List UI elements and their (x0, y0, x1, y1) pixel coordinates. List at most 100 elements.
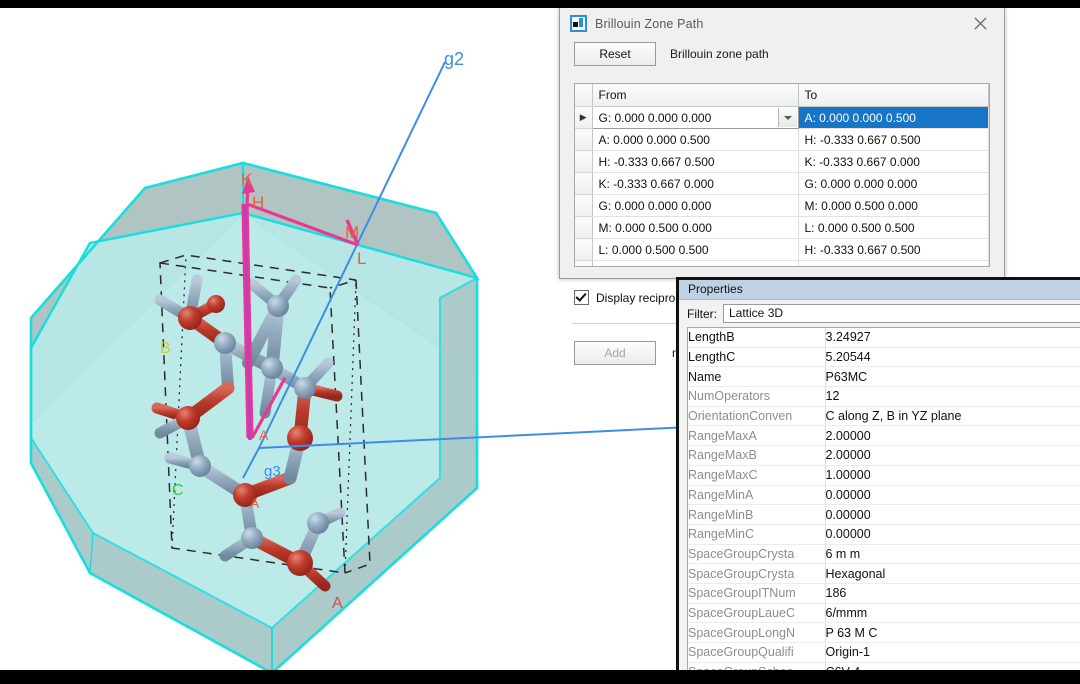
property-row[interactable]: OrientationConven C along Z, B in YZ pla… (688, 406, 1080, 427)
property-value[interactable]: C along Z, B in YZ plane (825, 406, 1080, 427)
cell-from[interactable]: M: 0.000 0.500 0.000 (592, 216, 799, 239)
filter-input[interactable]: Lattice 3D (723, 304, 1080, 323)
reset-button[interactable]: Reset (574, 42, 656, 66)
property-name: SpaceGroupLongN (688, 622, 826, 643)
cell-to[interactable]: H: -0.333 0.667 0.500 (798, 238, 989, 261)
sympoint-label-A2: A (250, 495, 260, 511)
property-name: RangeMaxA (688, 425, 826, 447)
cell-to[interactable]: A: 0.000 0.000 0.500 (798, 106, 989, 129)
app-icon (570, 15, 587, 32)
row-selector[interactable] (575, 260, 593, 266)
vector-g3-label: g3 (264, 463, 281, 480)
property-row[interactable]: RangeMaxB 2.00000 (688, 445, 1080, 466)
table-row[interactable]: ▶ G: 0.000 0.000 0.000 A: 0.000 0.000 0.… (575, 106, 989, 129)
top-border-band (0, 0, 1080, 8)
property-value[interactable]: P 63 M C (825, 622, 1080, 643)
property-name: RangeMaxB (688, 445, 826, 466)
property-value[interactable]: 2.00000 (825, 445, 1080, 466)
property-row[interactable]: SpaceGroupQualifi Origin-1 (688, 642, 1080, 663)
property-row[interactable]: LengthB 3.24927 (688, 328, 1080, 348)
property-value[interactable]: 6 m m (825, 544, 1080, 565)
property-row[interactable]: RangeMinA 0.00000 (688, 485, 1080, 506)
cell-to[interactable]: K: -0.333 0.667 0.000 (798, 150, 989, 173)
property-row[interactable]: SpaceGroupCrysta Hexagonal (688, 563, 1080, 584)
chevron-down-icon[interactable] (777, 108, 797, 127)
row-selector[interactable] (575, 194, 593, 217)
property-name: NumOperators (688, 386, 826, 407)
dialog-titlebar[interactable]: Brillouin Zone Path (560, 7, 1004, 40)
property-value[interactable]: Origin-1 (825, 642, 1080, 663)
path-table-container[interactable]: From To ▶ G: 0.000 0.000 0.000 A: 0.000 … (574, 83, 990, 267)
row-selector[interactable] (575, 216, 593, 239)
property-row[interactable]: RangeMaxC 1.00000 (688, 465, 1080, 486)
properties-filter-row: Filter: Lattice 3D (679, 300, 1080, 327)
property-row[interactable]: SpaceGroupLongN P 63 M C (688, 622, 1080, 643)
sympoint-label-K: K (241, 170, 253, 189)
cell-from[interactable]: G: 0.000 0.000 0.000 (592, 194, 799, 217)
cell-to[interactable]: L: 0.000 0.500 0.500 (798, 216, 989, 239)
cell-from[interactable] (592, 260, 799, 266)
column-header-from[interactable]: From (592, 84, 799, 107)
property-value[interactable]: 12 (825, 386, 1080, 407)
property-value[interactable]: P63MC (825, 366, 1080, 388)
table-row[interactable]: M: 0.000 0.500 0.000 L: 0.000 0.500 0.50… (575, 216, 989, 239)
cell-from[interactable]: L: 0.000 0.500 0.500 (592, 238, 799, 261)
property-name: SpaceGroupCrysta (688, 563, 826, 584)
add-button[interactable]: Add (574, 341, 656, 365)
property-value[interactable]: 0.00000 (825, 485, 1080, 506)
property-row[interactable]: SpaceGroupLaueC 6/mmm (688, 603, 1080, 624)
path-table: From To ▶ G: 0.000 0.000 0.000 A: 0.000 … (575, 84, 989, 266)
table-row[interactable]: K: -0.333 0.667 0.000 G: 0.000 0.000 0.0… (575, 172, 989, 195)
table-row[interactable]: H: -0.333 0.667 0.500 K: -0.333 0.667 0.… (575, 150, 989, 173)
table-row-empty[interactable] (575, 260, 989, 266)
table-row[interactable]: A: 0.000 0.000 0.500 H: -0.333 0.667 0.5… (575, 128, 989, 151)
properties-grid-container[interactable]: LengthB 3.24927 LengthC 5.20544 Name P63… (687, 327, 1080, 682)
checkbox-display-reciprocal-lattice[interactable] (574, 290, 589, 305)
property-value[interactable]: 0.00000 (825, 504, 1080, 525)
property-row[interactable]: Name P63MC (688, 366, 1080, 388)
property-value[interactable]: 5.20544 (825, 347, 1080, 368)
property-name: RangeMaxC (688, 465, 826, 486)
row-selector[interactable] (575, 128, 593, 151)
properties-panel[interactable]: Properties Filter: Lattice 3D LengthB 3.… (676, 277, 1080, 684)
property-row[interactable]: LengthC 5.20544 (688, 347, 1080, 368)
cell-to[interactable]: M: 0.000 0.500 0.000 (798, 194, 989, 217)
close-icon[interactable] (960, 9, 1000, 37)
property-value[interactable]: 1.00000 (825, 465, 1080, 486)
row-selector[interactable]: ▶ (575, 106, 593, 129)
property-value[interactable]: Hexagonal (825, 563, 1080, 584)
brillouin-zone-path-dialog[interactable]: Brillouin Zone Path Reset Brillouin zone… (559, 6, 1005, 365)
cell-from[interactable]: K: -0.333 0.667 0.000 (592, 172, 799, 195)
row-selector[interactable] (575, 238, 593, 261)
property-name: LengthC (688, 347, 826, 368)
vector-g2-label: g2 (444, 49, 464, 69)
property-row[interactable]: RangeMinB 0.00000 (688, 504, 1080, 525)
cell-from[interactable]: H: -0.333 0.667 0.500 (592, 150, 799, 173)
cell-to[interactable]: H: -0.333 0.667 0.500 (798, 128, 989, 151)
cell-to[interactable]: G: 0.000 0.000 0.000 (798, 172, 989, 195)
sympoint-label-A1: A (259, 427, 269, 443)
cell-from[interactable]: A: 0.000 0.000 0.500 (592, 128, 799, 151)
property-name: SpaceGroupITNum (688, 583, 826, 604)
property-value[interactable]: 3.24927 (825, 328, 1080, 348)
property-name: RangeMinA (688, 485, 826, 506)
property-row[interactable]: RangeMinC 0.00000 (688, 524, 1080, 545)
column-header-to[interactable]: To (798, 84, 989, 107)
property-name: SpaceGroupLaueC (688, 603, 826, 624)
property-value[interactable]: 2.00000 (825, 425, 1080, 447)
property-row[interactable]: RangeMaxA 2.00000 (688, 425, 1080, 447)
property-row[interactable]: NumOperators 12 (688, 386, 1080, 407)
property-row[interactable]: SpaceGroupCrysta 6 m m (688, 544, 1080, 565)
property-value[interactable]: 6/mmm (825, 603, 1080, 624)
property-value[interactable]: 186 (825, 583, 1080, 604)
property-row[interactable]: SpaceGroupITNum 186 (688, 583, 1080, 604)
dialog-title: Brillouin Zone Path (595, 16, 704, 31)
row-selector[interactable] (575, 150, 593, 173)
table-row[interactable]: G: 0.000 0.000 0.000 M: 0.000 0.500 0.00… (575, 194, 989, 217)
row-selector[interactable] (575, 172, 593, 195)
screen-root: g2 g3 K H M L A A B C A Brillouin Zone P… (0, 0, 1080, 684)
table-row[interactable]: L: 0.000 0.500 0.500 H: -0.333 0.667 0.5… (575, 238, 989, 261)
property-value[interactable]: 0.00000 (825, 524, 1080, 545)
cell-to[interactable] (798, 260, 989, 266)
cell-from[interactable]: G: 0.000 0.000 0.000 (591, 106, 799, 129)
